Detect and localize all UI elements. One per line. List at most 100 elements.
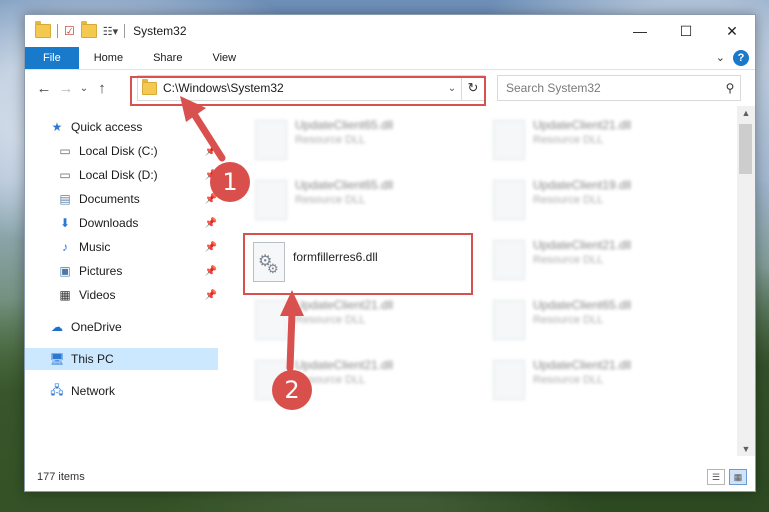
file-type: Resource DLL <box>295 134 366 146</box>
file-name: UpdateClient19.dll <box>533 178 632 192</box>
file-type: Resource DLL <box>533 254 604 266</box>
drive-icon: ▭ <box>59 168 71 182</box>
sidebar-item-onedrive[interactable]: ☁ OneDrive <box>25 316 219 338</box>
dll-file-icon <box>255 120 287 160</box>
file-tile[interactable]: UpdateClient21.dll Resource DLL <box>243 290 473 346</box>
dll-file-icon <box>255 300 287 340</box>
sidebar-item-label: OneDrive <box>71 320 122 334</box>
tab-file[interactable]: File <box>25 47 79 69</box>
file-name: UpdateClient21.dll <box>295 358 394 372</box>
scrollbar-thumb[interactable] <box>739 124 752 174</box>
sidebar-item-network[interactable]: 🖧 Network <box>25 380 219 402</box>
sidebar-item-music[interactable]: ♪ Music 📌 <box>25 236 219 258</box>
tiles-view-icon[interactable]: ▦ <box>729 469 747 485</box>
file-type: Resource DLL <box>295 194 366 206</box>
close-button[interactable]: ✕ <box>709 15 755 47</box>
documents-icon: ▤ <box>59 192 71 206</box>
help-icon[interactable]: ? <box>733 50 749 66</box>
dll-file-icon <box>255 180 287 220</box>
pin-icon[interactable]: 📌 <box>205 266 217 277</box>
dll-file-icon <box>493 240 525 280</box>
dll-file-icon <box>493 120 525 160</box>
back-button[interactable]: ← <box>33 80 55 97</box>
item-count: 177 items <box>37 471 85 483</box>
sidebar-item-label: Quick access <box>71 120 143 134</box>
sidebar-item-label: Pictures <box>79 264 123 278</box>
file-name: UpdateClient65.dll <box>295 118 394 132</box>
file-type: Resource DLL <box>295 314 366 326</box>
sidebar-item-label: Downloads <box>79 216 139 230</box>
details-view-icon[interactable]: ☰ <box>707 469 725 485</box>
file-type: Resource DLL <box>533 134 604 146</box>
sidebar-item-label: This PC <box>71 352 114 366</box>
file-name: UpdateClient21.dll <box>533 118 632 132</box>
sidebar-item-label: Local Disk (D:) <box>79 168 158 182</box>
file-tile[interactable]: UpdateClient65.dll Resource DLL <box>243 170 473 226</box>
sidebar-item-label: Network <box>71 384 116 398</box>
search-icon[interactable]: ⚲ <box>720 81 740 95</box>
file-tile[interactable]: UpdateClient19.dll Resource DLL <box>481 170 711 226</box>
pin-icon[interactable]: 📌 <box>205 218 217 229</box>
search-box[interactable]: Search System32 ⚲ <box>497 75 741 101</box>
vertical-scrollbar[interactable]: ▲ ▼ <box>737 106 755 456</box>
pin-icon[interactable]: 📌 <box>205 242 217 253</box>
dll-file-icon <box>493 360 525 400</box>
music-icon: ♪ <box>62 240 68 254</box>
pictures-icon: ▣ <box>59 264 71 278</box>
sidebar-item-quick-access[interactable]: ★ Quick access <box>25 116 219 138</box>
file-name: UpdateClient21.dll <box>533 238 632 252</box>
computer-icon: 🖥 <box>49 352 65 366</box>
file-name: UpdateClient65.dll <box>533 298 632 312</box>
tab-view[interactable]: View <box>197 47 251 69</box>
file-tile[interactable]: UpdateClient65.dll Resource DLL <box>243 110 473 166</box>
sidebar-item-videos[interactable]: ▦ Videos 📌 <box>25 284 219 306</box>
pin-icon[interactable]: 📌 <box>205 290 217 301</box>
forward-button[interactable]: → <box>55 80 77 97</box>
minimize-button[interactable]: — <box>617 15 663 47</box>
file-type: Resource DLL <box>533 314 604 326</box>
cloud-icon: ☁ <box>51 320 63 334</box>
downloads-icon: ⬇ <box>59 216 71 230</box>
divider <box>57 24 58 38</box>
file-tile[interactable]: UpdateClient21.dll Resource DLL <box>481 230 711 286</box>
new-folder-icon[interactable] <box>80 21 97 38</box>
file-type: Resource DLL <box>533 194 604 206</box>
sidebar-item-label: Documents <box>79 192 140 206</box>
file-highlight-box <box>243 233 473 295</box>
dll-file-icon <box>493 180 525 220</box>
dll-file-icon <box>493 300 525 340</box>
divider <box>124 24 126 38</box>
title-bar: ☑ ☷▾ System32 — ☐ ✕ <box>25 15 755 47</box>
ribbon-tabs: File Home Share View ⌄ ? <box>25 47 755 70</box>
scroll-up-icon[interactable]: ▲ <box>737 108 755 118</box>
sidebar-item-local-disk-d[interactable]: ▭ Local Disk (D:) 📌 <box>25 164 219 186</box>
sidebar-item-documents[interactable]: ▤ Documents 📌 <box>25 188 219 210</box>
file-tile[interactable]: UpdateClient65.dll Resource DLL <box>481 290 711 346</box>
properties-icon[interactable]: ☑ <box>64 24 75 38</box>
file-type: Resource DLL <box>533 374 604 386</box>
drive-icon: ▭ <box>59 144 71 158</box>
star-icon: ★ <box>51 120 63 134</box>
address-highlight-box <box>130 76 486 106</box>
file-name: UpdateClient21.dll <box>533 358 632 372</box>
file-tile[interactable]: UpdateClient21.dll Resource DLL <box>481 110 711 166</box>
file-tile[interactable]: UpdateClient21.dll Resource DLL <box>481 350 711 406</box>
scroll-down-icon[interactable]: ▼ <box>737 444 755 454</box>
sidebar-item-local-disk-c[interactable]: ▭ Local Disk (C:) 📌 <box>25 140 219 162</box>
videos-icon: ▦ <box>59 288 71 302</box>
up-button[interactable]: ↑ <box>91 80 113 97</box>
maximize-button[interactable]: ☐ <box>663 15 709 47</box>
recent-locations-icon[interactable]: ⌄ <box>77 83 91 94</box>
sidebar-item-label: Music <box>79 240 111 254</box>
pin-icon[interactable]: 📌 <box>205 146 217 157</box>
ribbon-expand-icon[interactable]: ⌄ <box>716 51 725 64</box>
customize-toolbar-icon[interactable]: ☷▾ <box>103 25 118 38</box>
search-input[interactable]: Search System32 <box>506 81 720 95</box>
sidebar-item-pictures[interactable]: ▣ Pictures 📌 <box>25 260 219 282</box>
sidebar-item-downloads[interactable]: ⬇ Downloads 📌 <box>25 212 219 234</box>
file-name: UpdateClient65.dll <box>295 178 394 192</box>
tab-share[interactable]: Share <box>138 47 197 69</box>
step-2-badge: 2 <box>272 370 312 410</box>
sidebar-item-this-pc[interactable]: 🖥 This PC <box>25 348 218 370</box>
tab-home[interactable]: Home <box>79 47 138 69</box>
